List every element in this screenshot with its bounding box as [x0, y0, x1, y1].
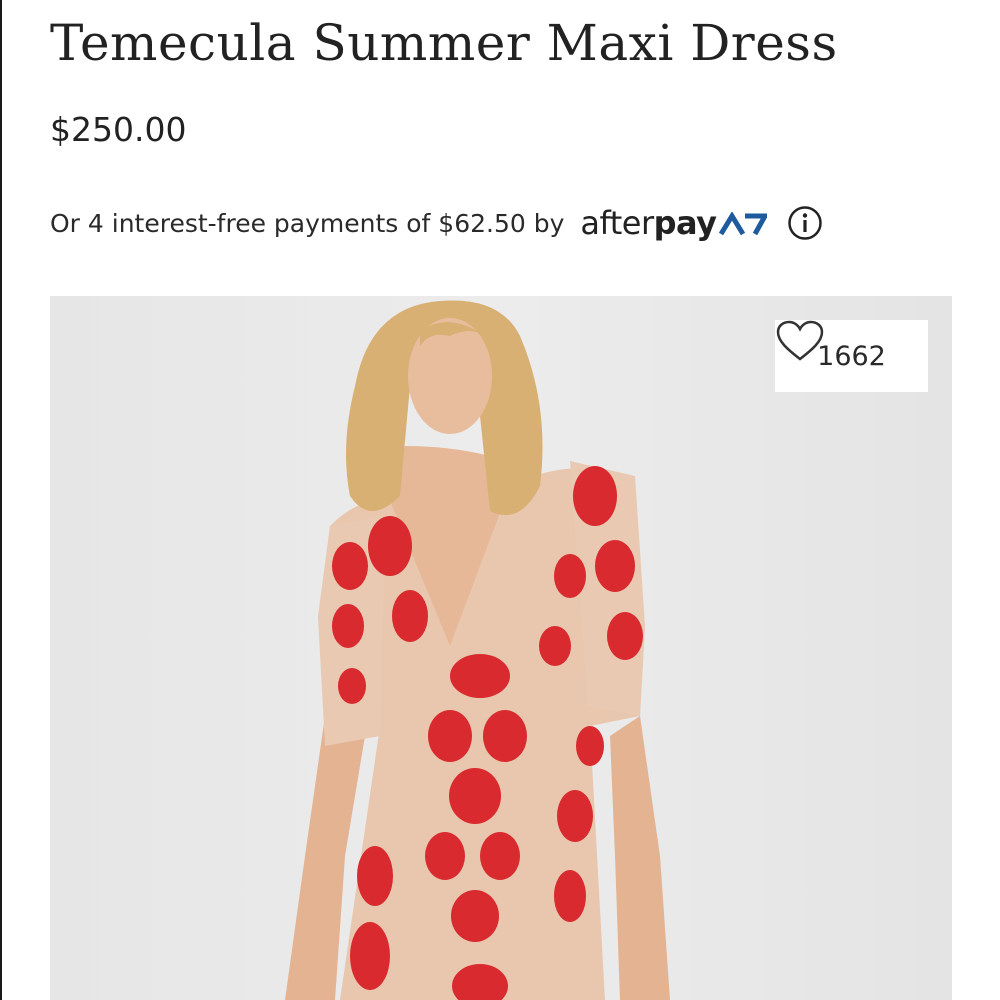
left-edge-rule — [0, 0, 2, 1000]
like-button[interactable]: 1662 — [775, 320, 928, 392]
afterpay-wordmark: afterpay — [580, 204, 717, 242]
like-count: 1662 — [817, 340, 886, 372]
product-price: $250.00 — [50, 110, 187, 149]
afterpay-logo[interactable]: afterpay — [580, 204, 768, 242]
afterpay-word-light: after — [580, 204, 654, 242]
afterpay-arrows-icon — [719, 212, 768, 236]
product-photo-illustration — [285, 300, 670, 1000]
installments-text: Or 4 interest-free payments of $62.50 by — [50, 208, 565, 238]
afterpay-installments: Or 4 interest-free payments of $62.50 by… — [50, 200, 823, 246]
product-image[interactable]: 1662 — [50, 296, 952, 1000]
info-circle-icon[interactable] — [787, 205, 823, 241]
heart-outline-icon — [776, 320, 824, 361]
afterpay-word-bold: pay — [653, 204, 717, 242]
product-title: Temecula Summer Maxi Dress — [50, 14, 838, 72]
